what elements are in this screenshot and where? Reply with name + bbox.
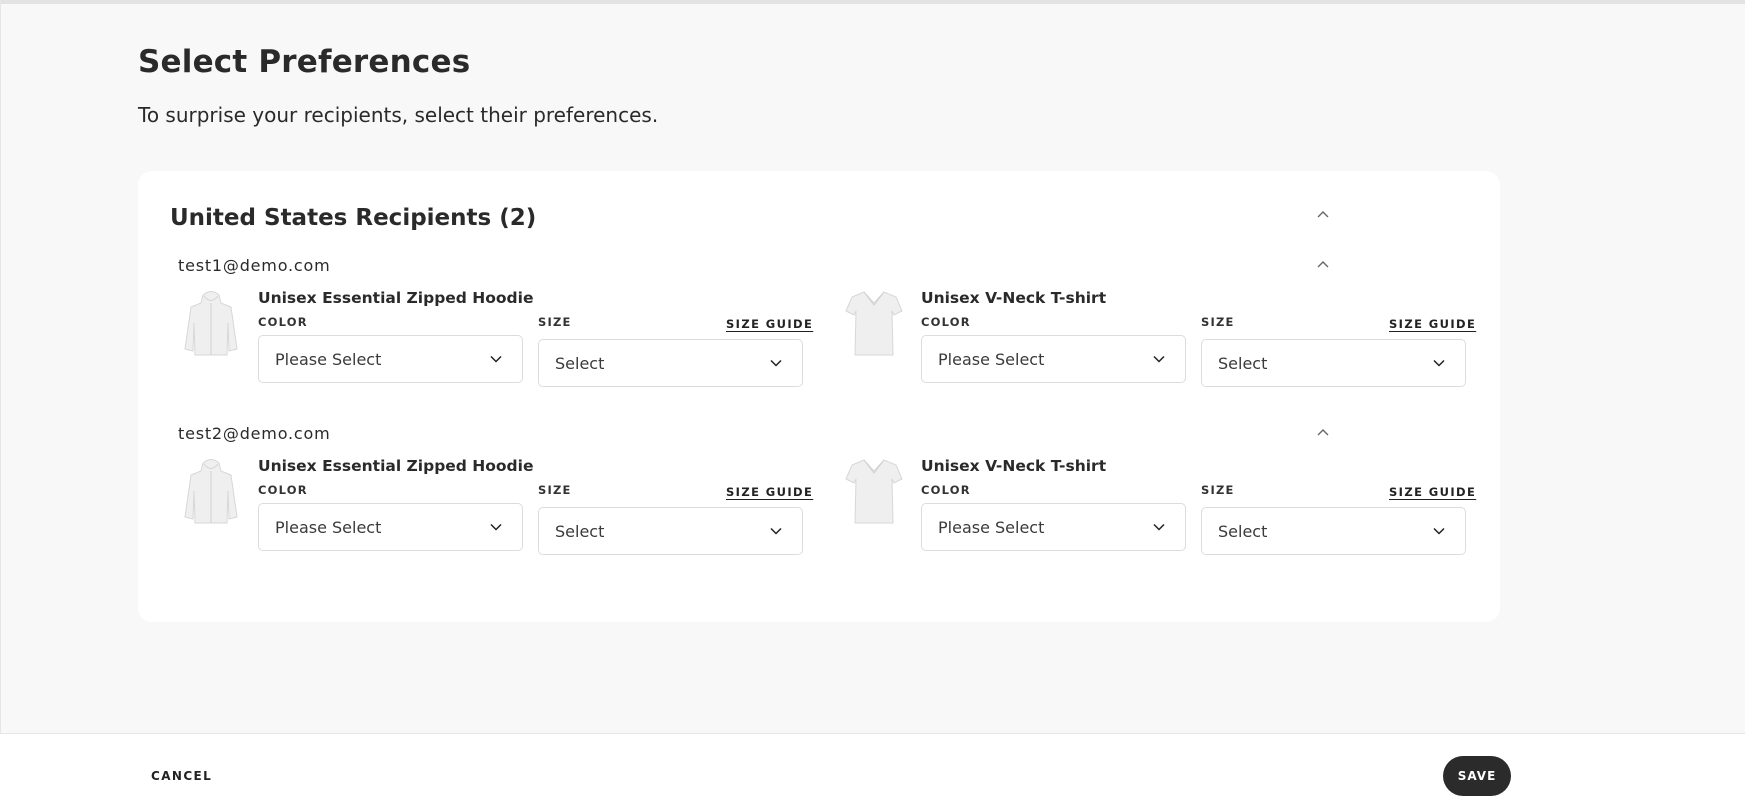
chevron-up-icon[interactable] <box>1313 204 1333 224</box>
group-title: United States Recipients (2) <box>170 205 537 231</box>
color-select-value: Please Select <box>938 517 1045 537</box>
size-label: SIZE <box>538 483 572 497</box>
page-title: Select Preferences <box>138 44 471 80</box>
size-select-value: Select <box>1218 353 1268 373</box>
tshirt-icon <box>841 456 907 526</box>
product-name: Unisex V-Neck T-shirt <box>921 457 1107 475</box>
chevron-down-icon <box>1153 355 1165 363</box>
product-tshirt: Unisex V-Neck T-shirt COLOR SIZE SIZE GU… <box>841 456 1481 566</box>
product-tshirt: Unisex V-Neck T-shirt COLOR SIZE SIZE GU… <box>841 288 1481 398</box>
color-select[interactable]: Please Select <box>258 503 523 551</box>
color-select-value: Please Select <box>275 349 382 369</box>
hoodie-icon <box>178 288 244 358</box>
size-select-value: Select <box>555 521 605 541</box>
size-select-value: Select <box>555 353 605 373</box>
color-select-value: Please Select <box>938 349 1045 369</box>
size-select[interactable]: Select <box>538 507 803 555</box>
size-guide-link[interactable]: SIZE GUIDE <box>726 485 813 499</box>
color-select[interactable]: Please Select <box>258 335 523 383</box>
color-select[interactable]: Please Select <box>921 335 1186 383</box>
size-select[interactable]: Select <box>538 339 803 387</box>
product-name: Unisex Essential Zipped Hoodie <box>258 457 534 475</box>
color-label: COLOR <box>258 483 308 497</box>
product-hoodie: Unisex Essential Zipped Hoodie COLOR SIZ… <box>178 288 818 398</box>
hoodie-icon <box>178 456 244 526</box>
color-label: COLOR <box>258 315 308 329</box>
size-guide-link[interactable]: SIZE GUIDE <box>726 317 813 331</box>
size-label: SIZE <box>1201 315 1235 329</box>
recipient-email: test2@demo.com <box>178 424 331 443</box>
product-hoodie: Unisex Essential Zipped Hoodie COLOR SIZ… <box>178 456 818 566</box>
color-label: COLOR <box>921 315 971 329</box>
chevron-down-icon <box>490 355 502 363</box>
chevron-down-icon <box>1433 527 1445 535</box>
page-subtitle: To surprise your recipients, select thei… <box>138 103 659 127</box>
chevron-down-icon <box>770 359 782 367</box>
cancel-button[interactable]: CANCEL <box>151 769 212 783</box>
chevron-up-icon[interactable] <box>1313 422 1333 442</box>
product-name: Unisex V-Neck T-shirt <box>921 289 1107 307</box>
footer-bar: CANCEL SAVE <box>0 733 1745 809</box>
size-select-value: Select <box>1218 521 1268 541</box>
product-name: Unisex Essential Zipped Hoodie <box>258 289 534 307</box>
chevron-down-icon <box>1153 523 1165 531</box>
recipient-section: test2@demo.com Unisex Essential Zipped H… <box>138 424 1500 584</box>
save-button[interactable]: SAVE <box>1443 756 1511 796</box>
recipient-section: test1@demo.com Unisex Essential Zipped H… <box>138 256 1500 416</box>
size-guide-link[interactable]: SIZE GUIDE <box>1389 485 1476 499</box>
size-label: SIZE <box>538 315 572 329</box>
chevron-down-icon <box>490 523 502 531</box>
size-select[interactable]: Select <box>1201 507 1466 555</box>
recipients-card: United States Recipients (2) test1@demo.… <box>138 171 1500 622</box>
color-select-value: Please Select <box>275 517 382 537</box>
size-label: SIZE <box>1201 483 1235 497</box>
color-label: COLOR <box>921 483 971 497</box>
recipient-email: test1@demo.com <box>178 256 331 275</box>
chevron-down-icon <box>770 527 782 535</box>
size-select[interactable]: Select <box>1201 339 1466 387</box>
size-guide-link[interactable]: SIZE GUIDE <box>1389 317 1476 331</box>
top-border <box>0 0 1745 4</box>
color-select[interactable]: Please Select <box>921 503 1186 551</box>
left-border <box>0 0 1 809</box>
chevron-down-icon <box>1433 359 1445 367</box>
chevron-up-icon[interactable] <box>1313 254 1333 274</box>
tshirt-icon <box>841 288 907 358</box>
